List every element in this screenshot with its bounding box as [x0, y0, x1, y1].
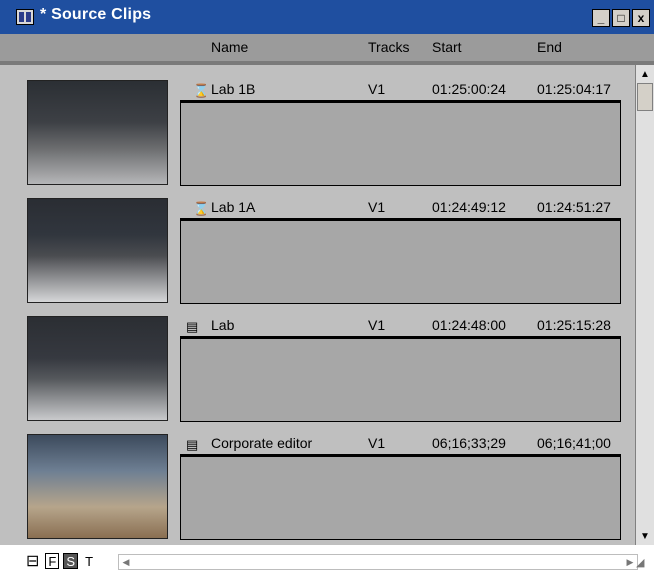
column-start[interactable]: Start [432, 39, 462, 55]
vertical-scrollbar[interactable]: ▲ ▼ [635, 65, 654, 545]
column-name[interactable]: Name [211, 39, 248, 55]
text-view-button[interactable]: T [82, 553, 96, 569]
clip-tracks: V1 [368, 81, 386, 97]
clip-tracks: V1 [368, 199, 386, 215]
clip-description-box[interactable] [180, 100, 621, 186]
frame-view-button[interactable]: F [45, 553, 60, 569]
horizontal-scrollbar[interactable]: ◀ ▶ [118, 554, 638, 570]
source-clips-window: * Source Clips _ □ x Name Tracks Start E… [0, 0, 654, 575]
clip-name[interactable]: Lab 1B [211, 81, 255, 97]
clip-start: 06;16;33;29 [432, 435, 506, 451]
title-bar[interactable]: * Source Clips _ □ x [0, 0, 654, 34]
maximize-button[interactable]: □ [612, 9, 630, 27]
window-controls: _ □ x [592, 9, 650, 27]
subclip-icon: ⌛ [193, 83, 210, 98]
window-title: * Source Clips [40, 6, 152, 23]
clip-end: 01:25:04:17 [537, 81, 611, 97]
clip-row[interactable]: ▤ Lab V1 01:24:48:00 01:25:15:28 [0, 301, 635, 422]
clip-start: 01:24:48:00 [432, 317, 506, 333]
masterclip-icon: ▤ [186, 319, 199, 334]
column-header: Name Tracks Start End [0, 34, 654, 61]
clip-description-box[interactable] [180, 454, 621, 540]
clip-list: ⌛ Lab 1B V1 01:25:00:24 01:25:04:17 ⌛ La… [0, 65, 635, 545]
brief-view-icon[interactable]: ⊟ [24, 553, 41, 570]
clip-thumbnail[interactable] [27, 434, 168, 539]
clip-end: 06;16;41;00 [537, 435, 611, 451]
scroll-left-icon[interactable]: ◀ [119, 555, 133, 569]
script-view-button[interactable]: S [63, 553, 79, 569]
clip-thumbnail[interactable] [27, 316, 168, 421]
close-button[interactable]: x [632, 9, 650, 27]
masterclip-icon: ▤ [186, 437, 199, 452]
minimize-button[interactable]: _ [592, 9, 610, 27]
scroll-right-icon[interactable]: ▶ [623, 555, 637, 569]
clip-name[interactable]: Lab 1A [211, 199, 255, 215]
clip-start: 01:24:49:12 [432, 199, 506, 215]
resize-grip-icon[interactable]: ◢ [636, 556, 650, 570]
bin-icon [16, 9, 34, 25]
clip-tracks: V1 [368, 435, 386, 451]
clip-tracks: V1 [368, 317, 386, 333]
clip-name[interactable]: Lab [211, 317, 234, 333]
clip-end: 01:25:15:28 [537, 317, 611, 333]
clip-end: 01:24:51:27 [537, 199, 611, 215]
clip-thumbnail[interactable] [27, 198, 168, 303]
clip-row[interactable]: ⌛ Lab 1A V1 01:24:49:12 01:24:51:27 [0, 183, 635, 304]
clip-row[interactable]: ▤ Corporate editor V1 06;16;33;29 06;16;… [0, 419, 635, 540]
clip-thumbnail[interactable] [27, 80, 168, 185]
view-buttons: ⊟ F S T [24, 553, 96, 570]
clip-description-box[interactable] [180, 218, 621, 304]
subclip-icon: ⌛ [193, 201, 210, 216]
clip-row[interactable]: ⌛ Lab 1B V1 01:25:00:24 01:25:04:17 [0, 65, 635, 186]
column-end[interactable]: End [537, 39, 562, 55]
clip-start: 01:25:00:24 [432, 81, 506, 97]
scroll-up-icon[interactable]: ▲ [636, 65, 654, 83]
scroll-down-icon[interactable]: ▼ [636, 527, 654, 545]
column-tracks[interactable]: Tracks [368, 39, 409, 55]
clip-name[interactable]: Corporate editor [211, 435, 312, 451]
scroll-thumb[interactable] [637, 83, 653, 111]
clip-description-box[interactable] [180, 336, 621, 422]
bin-toolbar: ⊟ F S T ◀ ▶ ◢ [0, 545, 654, 575]
